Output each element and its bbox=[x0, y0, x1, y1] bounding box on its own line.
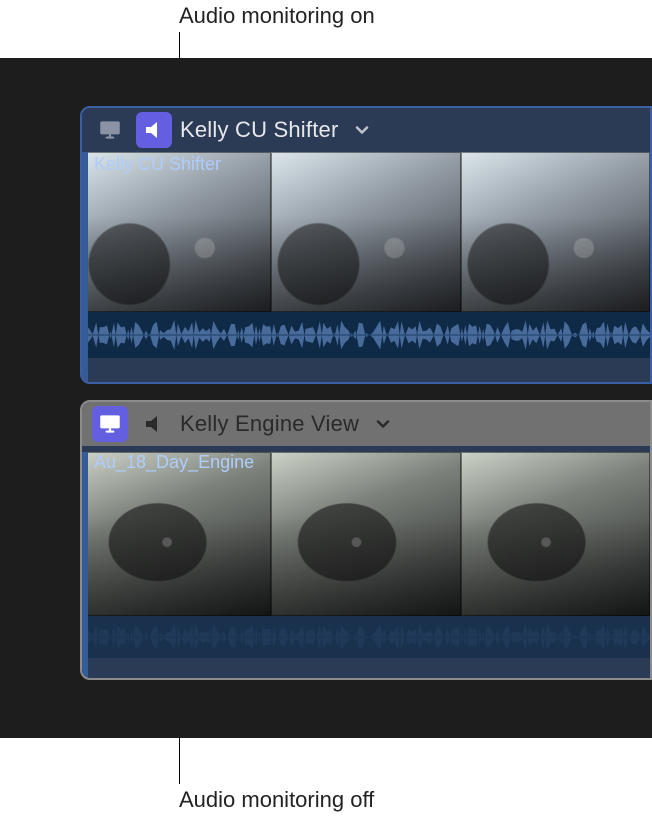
thumbnail-frame[interactable] bbox=[271, 452, 460, 616]
callout-audio-off: Audio monitoring off bbox=[179, 787, 374, 813]
monitor-icon bbox=[97, 117, 123, 143]
angle-viewer-panel: Kelly CU Shifter Kelly CU Shifter bbox=[0, 58, 652, 738]
thumbnail-frame[interactable] bbox=[271, 152, 460, 312]
angle-menu-button[interactable] bbox=[352, 120, 372, 140]
thumbnail-frame[interactable] bbox=[82, 152, 271, 312]
clip-start-edge[interactable] bbox=[82, 452, 88, 678]
thumbnail-frame[interactable] bbox=[461, 452, 650, 616]
audio-monitor-button[interactable] bbox=[136, 112, 172, 148]
thumbnail-frame[interactable] bbox=[82, 452, 271, 616]
audio-monitor-button[interactable] bbox=[136, 406, 172, 442]
callout-audio-on: Audio monitoring on bbox=[179, 3, 375, 29]
angle-title[interactable]: Kelly CU Shifter bbox=[180, 117, 338, 143]
speaker-icon bbox=[142, 412, 166, 436]
speaker-icon bbox=[142, 118, 166, 142]
clip-start-edge[interactable] bbox=[82, 152, 88, 382]
chevron-down-icon bbox=[373, 414, 393, 434]
clip-name-label: Kelly CU Shifter bbox=[94, 154, 221, 175]
angle-header: Kelly CU Shifter bbox=[82, 108, 650, 152]
video-monitor-button[interactable] bbox=[92, 112, 128, 148]
angle-title[interactable]: Kelly Engine View bbox=[180, 411, 359, 437]
audio-waveform[interactable] bbox=[82, 312, 650, 358]
filmstrip[interactable] bbox=[82, 452, 650, 616]
angle-header: Kelly Engine View bbox=[82, 402, 650, 446]
filmstrip[interactable] bbox=[82, 152, 650, 312]
chevron-down-icon bbox=[352, 120, 372, 140]
audio-waveform[interactable] bbox=[82, 616, 650, 658]
video-monitor-button[interactable] bbox=[92, 406, 128, 442]
clip-name-label: Au_18_Day_Engine bbox=[94, 452, 254, 473]
thumbnail-frame[interactable] bbox=[461, 152, 650, 312]
monitor-icon bbox=[97, 411, 123, 437]
angle-menu-button[interactable] bbox=[373, 414, 393, 434]
angles-container: Kelly CU Shifter Kelly CU Shifter bbox=[80, 106, 652, 690]
angle-2[interactable]: Kelly Engine View Au_18_Day_Engine bbox=[80, 400, 652, 680]
angle-1[interactable]: Kelly CU Shifter Kelly CU Shifter bbox=[80, 106, 652, 384]
